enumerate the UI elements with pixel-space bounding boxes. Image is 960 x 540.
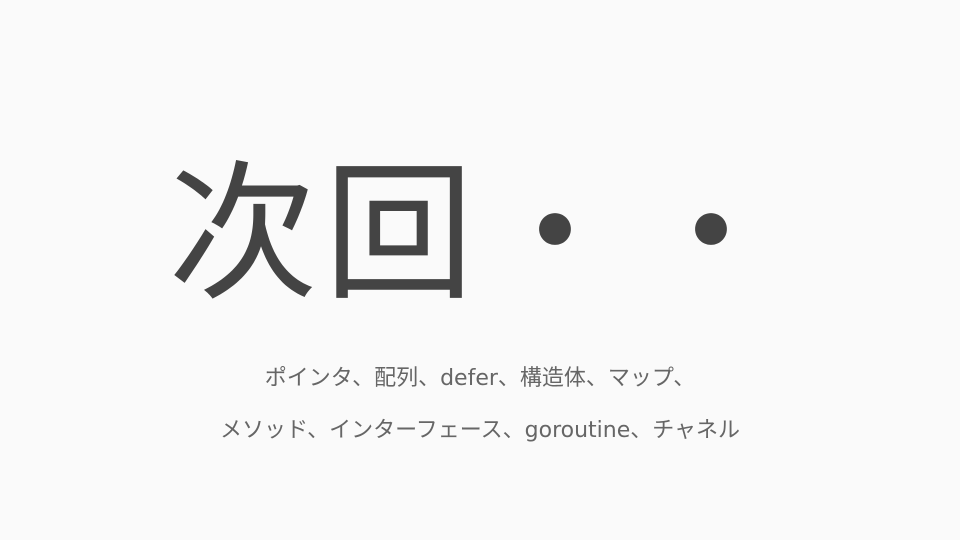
slide: 次回・・ ポインタ、配列、defer、構造体、マップ、 メソッド、インターフェー… bbox=[0, 0, 960, 540]
subtitle-line-2: メソッド、インターフェース、goroutine、チャネル bbox=[219, 418, 741, 443]
slide-title: 次回・・ bbox=[167, 148, 792, 322]
subtitle-line-1: ポインタ、配列、defer、構造体、マップ、 bbox=[264, 366, 696, 391]
